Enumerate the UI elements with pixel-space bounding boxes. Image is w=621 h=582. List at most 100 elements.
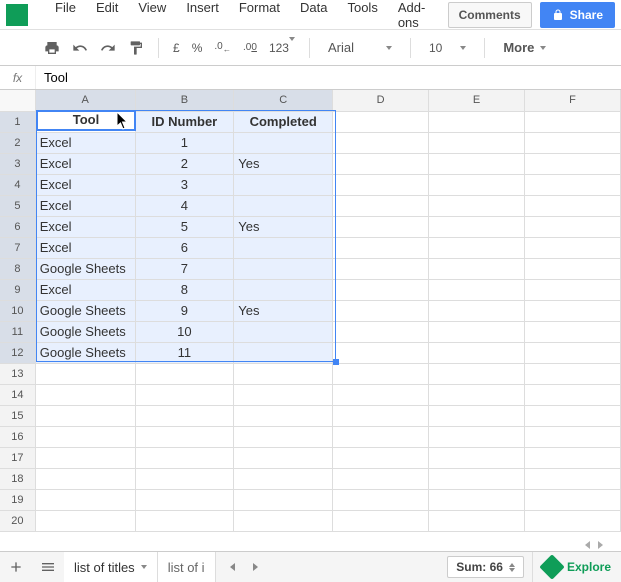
cell-E11[interactable]	[429, 321, 525, 342]
select-all-corner[interactable]	[0, 90, 35, 111]
cell-C20[interactable]	[234, 510, 333, 531]
menu-file[interactable]: File	[46, 0, 85, 34]
explore-button[interactable]: Explore	[532, 552, 621, 582]
cell-E3[interactable]	[429, 153, 525, 174]
cell-B18[interactable]	[135, 468, 234, 489]
cell-B6[interactable]: 5	[135, 216, 234, 237]
column-header-D[interactable]: D	[333, 90, 429, 111]
cell-E5[interactable]	[429, 195, 525, 216]
cell-B12[interactable]: 11	[135, 342, 234, 363]
cell-E13[interactable]	[429, 363, 525, 384]
sheets-logo[interactable]	[6, 4, 28, 26]
cell-A11[interactable]: Google Sheets	[35, 321, 135, 342]
cell-D13[interactable]	[333, 363, 429, 384]
cell-E4[interactable]	[429, 174, 525, 195]
add-sheet-button[interactable]	[0, 552, 32, 582]
cell-A14[interactable]	[35, 384, 135, 405]
cell-F8[interactable]	[525, 258, 621, 279]
share-button[interactable]: Share	[540, 2, 615, 28]
row-header-10[interactable]: 10	[0, 300, 35, 321]
cell-F4[interactable]	[525, 174, 621, 195]
cell-B11[interactable]: 10	[135, 321, 234, 342]
column-header-F[interactable]: F	[525, 90, 621, 111]
row-header-12[interactable]: 12	[0, 342, 35, 363]
cell-F12[interactable]	[525, 342, 621, 363]
row-header-17[interactable]: 17	[0, 447, 35, 468]
cell-C6[interactable]: Yes	[234, 216, 333, 237]
scroll-right-icon[interactable]	[598, 541, 603, 549]
cell-D15[interactable]	[333, 405, 429, 426]
cell-C12[interactable]	[234, 342, 333, 363]
menu-insert[interactable]: Insert	[177, 0, 228, 34]
menu-view[interactable]: View	[129, 0, 175, 34]
cell-D9[interactable]	[333, 279, 429, 300]
cell-C17[interactable]	[234, 447, 333, 468]
cell-F18[interactable]	[525, 468, 621, 489]
cell-C15[interactable]	[234, 405, 333, 426]
row-header-9[interactable]: 9	[0, 279, 35, 300]
cell-E15[interactable]	[429, 405, 525, 426]
sheet-tab-1[interactable]: list of titles	[64, 552, 158, 582]
cell-C16[interactable]	[234, 426, 333, 447]
cell-D1[interactable]	[333, 111, 429, 132]
menu-format[interactable]: Format	[230, 0, 289, 34]
cell-D3[interactable]	[333, 153, 429, 174]
cell-A15[interactable]	[35, 405, 135, 426]
cell-E12[interactable]	[429, 342, 525, 363]
cell-F5[interactable]	[525, 195, 621, 216]
cell-B19[interactable]	[135, 489, 234, 510]
cell-A8[interactable]: Google Sheets	[35, 258, 135, 279]
cell-E19[interactable]	[429, 489, 525, 510]
cell-D17[interactable]	[333, 447, 429, 468]
formula-input[interactable]	[36, 66, 621, 89]
cell-D14[interactable]	[333, 384, 429, 405]
cell-A10[interactable]: Google Sheets	[35, 300, 135, 321]
status-sum[interactable]: Sum: 66	[447, 556, 524, 578]
font-size-selector[interactable]: 10	[421, 41, 474, 55]
print-icon[interactable]	[40, 36, 64, 60]
cell-B2[interactable]: 1	[135, 132, 234, 153]
cell-B5[interactable]: 4	[135, 195, 234, 216]
cell-E16[interactable]	[429, 426, 525, 447]
cell-D7[interactable]	[333, 237, 429, 258]
cell-F17[interactable]	[525, 447, 621, 468]
cell-B10[interactable]: 9	[135, 300, 234, 321]
cell-D5[interactable]	[333, 195, 429, 216]
cell-F2[interactable]	[525, 132, 621, 153]
sheet-tab-2[interactable]: list of i	[158, 552, 216, 582]
cell-C10[interactable]: Yes	[234, 300, 333, 321]
menu-addons[interactable]: Add-ons	[389, 0, 448, 34]
cell-A6[interactable]: Excel	[35, 216, 135, 237]
cell-B20[interactable]	[135, 510, 234, 531]
cell-C4[interactable]	[234, 174, 333, 195]
column-header-A[interactable]: A	[35, 90, 135, 111]
cell-E7[interactable]	[429, 237, 525, 258]
cell-E8[interactable]	[429, 258, 525, 279]
row-header-8[interactable]: 8	[0, 258, 35, 279]
cell-B3[interactable]: 2	[135, 153, 234, 174]
cell-B1[interactable]: ID Number	[135, 111, 234, 132]
cell-E10[interactable]	[429, 300, 525, 321]
undo-icon[interactable]	[68, 36, 92, 60]
cell-D19[interactable]	[333, 489, 429, 510]
menu-tools[interactable]: Tools	[338, 0, 386, 34]
cell-F3[interactable]	[525, 153, 621, 174]
cell-F10[interactable]	[525, 300, 621, 321]
decrease-decimal-button[interactable]: .0←	[210, 41, 235, 54]
cell-D2[interactable]	[333, 132, 429, 153]
cell-E18[interactable]	[429, 468, 525, 489]
cell-F6[interactable]	[525, 216, 621, 237]
cell-E1[interactable]	[429, 111, 525, 132]
cell-A17[interactable]	[35, 447, 135, 468]
cell-C13[interactable]	[234, 363, 333, 384]
cell-A19[interactable]	[35, 489, 135, 510]
tab-nav-right-icon[interactable]	[253, 563, 258, 571]
cell-C19[interactable]	[234, 489, 333, 510]
cell-E2[interactable]	[429, 132, 525, 153]
row-header-15[interactable]: 15	[0, 405, 35, 426]
cell-D4[interactable]	[333, 174, 429, 195]
cell-D10[interactable]	[333, 300, 429, 321]
cell-A16[interactable]	[35, 426, 135, 447]
more-toolbar[interactable]: More	[495, 40, 554, 55]
cell-F1[interactable]	[525, 111, 621, 132]
